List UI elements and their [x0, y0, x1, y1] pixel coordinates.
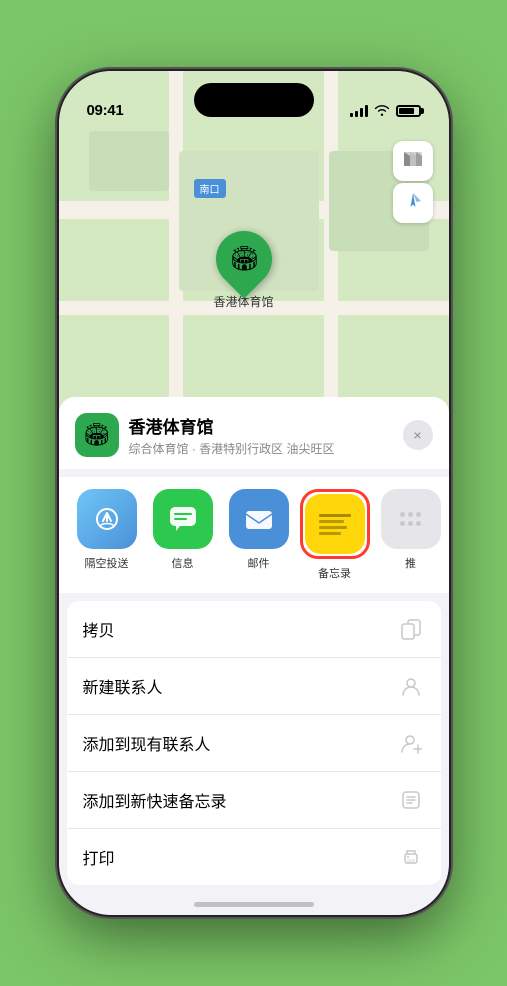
more-dot [416, 521, 421, 526]
phone-screen: 09:41 [59, 71, 449, 915]
place-header: 🏟 香港体育馆 综合体育馆 · 香港特别行政区 油尖旺区 × [75, 413, 433, 457]
battery-fill [399, 108, 414, 114]
quick-note-icon [397, 786, 425, 814]
map-type-button[interactable] [393, 141, 433, 181]
pin-dot [241, 289, 247, 295]
share-item-message[interactable]: 信息 [151, 489, 215, 581]
airdrop-label: 隔空投送 [85, 555, 129, 571]
location-button[interactable] [393, 183, 433, 223]
map-entrance-label: 南口 [194, 179, 226, 198]
more-dot [408, 512, 413, 517]
share-item-airdrop[interactable]: 隔空投送 [75, 489, 139, 581]
action-new-contact-label: 新建联系人 [83, 674, 163, 698]
signal-icon [350, 105, 368, 117]
share-item-more[interactable]: 推 [379, 489, 443, 581]
more-dot [400, 521, 405, 526]
status-time: 09:41 [87, 102, 124, 119]
share-row: 隔空投送 信息 [59, 477, 449, 593]
action-new-contact[interactable]: 新建联系人 [67, 658, 441, 715]
notes-icon [305, 494, 365, 554]
action-print[interactable]: 打印 [67, 829, 441, 885]
action-quick-note[interactable]: 添加到新快速备忘录 [67, 772, 441, 829]
more-dot [400, 512, 405, 517]
more-icon [381, 489, 441, 549]
dynamic-island [194, 83, 314, 117]
place-card: 🏟 香港体育馆 综合体育馆 · 香港特别行政区 油尖旺区 × [59, 397, 449, 469]
new-contact-icon [397, 672, 425, 700]
message-label: 信息 [172, 555, 194, 571]
more-label: 推 [405, 555, 416, 571]
notes-lines [319, 514, 351, 535]
mail-icon [229, 489, 289, 549]
mail-label: 邮件 [248, 555, 270, 571]
action-print-label: 打印 [83, 845, 115, 869]
print-icon [397, 843, 425, 871]
action-list: 拷贝 新建联系人 [67, 601, 441, 885]
map-icon [402, 148, 424, 175]
place-icon: 🏟 [75, 413, 119, 457]
place-info: 香港体育馆 综合体育馆 · 香港特别行政区 油尖旺区 [129, 413, 393, 457]
close-icon: × [413, 427, 421, 443]
action-copy[interactable]: 拷贝 [67, 601, 441, 658]
status-icons [350, 103, 421, 119]
place-subtitle: 综合体育馆 · 香港特别行政区 油尖旺区 [129, 440, 393, 457]
signal-bar-1 [350, 113, 353, 117]
close-button[interactable]: × [403, 420, 433, 450]
action-add-contact[interactable]: 添加到现有联系人 [67, 715, 441, 772]
more-dot [408, 521, 413, 526]
home-indicator [194, 902, 314, 907]
more-dot [416, 512, 421, 517]
signal-bar-4 [365, 105, 368, 117]
bottom-sheet: 🏟 香港体育馆 综合体育馆 · 香港特别行政区 油尖旺区 × [59, 397, 449, 915]
notes-label: 备忘录 [318, 565, 351, 581]
signal-bar-2 [355, 111, 358, 117]
airdrop-icon [77, 489, 137, 549]
copy-icon [397, 615, 425, 643]
map-controls [393, 141, 433, 223]
wifi-icon [374, 103, 390, 119]
phone-frame: 09:41 [59, 71, 449, 915]
place-name: 香港体育馆 [129, 413, 393, 438]
pin-emoji: 🏟 [228, 245, 258, 274]
share-item-mail[interactable]: 邮件 [227, 489, 291, 581]
pin-circle: 🏟 [204, 219, 283, 298]
message-icon [153, 489, 213, 549]
battery-icon [396, 105, 421, 117]
map-block [89, 131, 169, 191]
action-add-contact-label: 添加到现有联系人 [83, 731, 211, 755]
share-item-notes[interactable]: 备忘录 [303, 489, 367, 581]
add-contact-icon [397, 729, 425, 757]
action-copy-label: 拷贝 [83, 617, 115, 641]
location-arrow-icon [404, 192, 422, 215]
location-pin[interactable]: 🏟 香港体育馆 [214, 231, 274, 310]
signal-bar-3 [360, 108, 363, 117]
action-quick-note-label: 添加到新快速备忘录 [83, 788, 227, 812]
